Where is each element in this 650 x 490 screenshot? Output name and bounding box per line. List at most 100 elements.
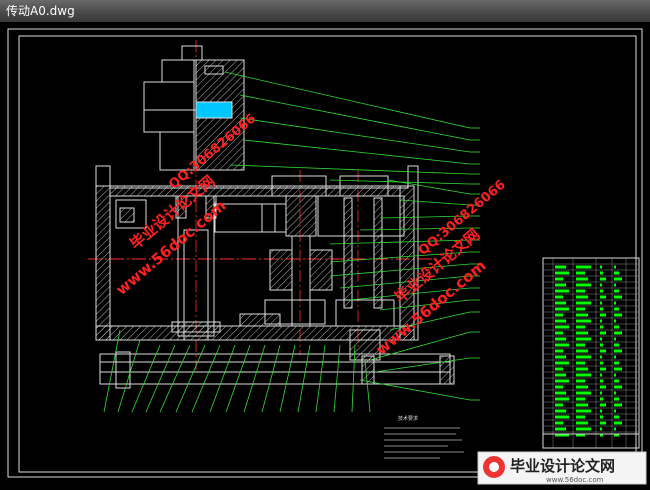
table-cell-mark — [555, 331, 563, 335]
parts-list-table — [542, 257, 640, 449]
table-cell-mark — [600, 301, 602, 305]
table-cell-mark — [555, 277, 563, 281]
window-title: 传动A0.dwg — [6, 4, 75, 18]
table-cell-mark — [600, 277, 606, 281]
table-cell-mark — [600, 319, 602, 323]
table-cell-mark — [576, 409, 591, 413]
table-cell-mark — [600, 403, 606, 407]
table-cell-mark — [614, 277, 622, 281]
table-cell-mark — [555, 397, 569, 401]
table-cell-mark — [600, 367, 606, 371]
table-cell-mark — [576, 283, 591, 287]
table-cell-mark — [576, 271, 585, 275]
table-cell-mark — [576, 427, 591, 431]
table-cell-mark — [555, 421, 563, 425]
table-cell-mark — [614, 289, 619, 293]
table-cell-mark — [614, 265, 616, 269]
table-cell-mark — [614, 313, 622, 317]
table-cell-mark — [576, 367, 588, 371]
table-cell-mark — [600, 373, 602, 377]
table-cell-mark — [555, 343, 569, 347]
table-cell-mark — [576, 325, 585, 329]
table-cell-mark — [576, 331, 588, 335]
table-cell-mark — [576, 295, 588, 299]
table-cell-mark — [600, 325, 603, 329]
table-cell-mark — [600, 295, 606, 299]
table-cell-mark — [614, 397, 619, 401]
table-cell-mark — [555, 301, 566, 305]
table-cell-mark — [614, 379, 619, 383]
notes-heading: 技术要求 — [398, 415, 418, 422]
table-cell-mark — [555, 367, 563, 371]
table-cell-mark — [600, 337, 602, 341]
table-cell-mark — [600, 379, 603, 383]
table-cell-mark — [614, 355, 616, 359]
table-cell-mark — [576, 373, 591, 377]
table-cell-mark — [576, 277, 588, 281]
table-cell-mark — [555, 337, 566, 341]
table-cell-mark — [614, 385, 622, 389]
table-cell-mark — [614, 295, 622, 299]
table-cell-mark — [576, 289, 585, 293]
table-cell-mark — [600, 355, 602, 359]
table-cell-mark — [576, 385, 588, 389]
table-cell-mark — [600, 415, 603, 419]
table-cell-mark — [614, 325, 619, 329]
table-cell-mark — [555, 403, 563, 407]
table-cell-mark — [600, 307, 603, 311]
table-cell-mark — [614, 403, 622, 407]
table-cell-mark — [600, 271, 603, 275]
table-cell-mark — [555, 409, 566, 413]
table-cell-mark — [614, 283, 616, 287]
site-logo: 毕业设计论文网 www.56doc.com — [477, 451, 647, 485]
table-cell-mark — [555, 361, 569, 365]
table-cell-mark — [614, 271, 619, 275]
table-cell-mark — [614, 319, 616, 323]
table-cell-mark — [576, 343, 585, 347]
table-cell-mark — [555, 265, 566, 269]
table-cell-mark — [555, 313, 563, 317]
table-cell-mark — [576, 319, 591, 323]
drawing-canvas[interactable]: 技术要求 www.56doc.com 毕业设计论文网 QQ:306826066 … — [0, 22, 650, 486]
table-cell-mark — [600, 421, 606, 425]
table-cell-mark — [600, 283, 602, 287]
table-cell-mark — [600, 397, 603, 401]
window-titlebar: 传动A0.dwg — [0, 0, 650, 22]
table-cell-mark — [555, 391, 566, 395]
part-leaders-bottom — [103, 329, 371, 413]
table-cell-mark — [576, 265, 591, 269]
table-cell-mark — [555, 325, 569, 329]
table-cell-mark — [614, 427, 616, 431]
table-cell-mark — [614, 307, 619, 311]
table-cell-mark — [555, 427, 566, 431]
table-cell-mark — [576, 421, 588, 425]
table-cell-mark — [614, 415, 619, 419]
table-cell-mark — [600, 349, 606, 353]
table-cell-mark — [614, 331, 622, 335]
table-cell-mark — [576, 397, 585, 401]
table-cell-mark — [576, 379, 585, 383]
table-cell-mark — [555, 319, 566, 323]
table-cell-mark — [576, 415, 585, 419]
table-cell-mark — [600, 427, 602, 431]
table-cell-mark — [576, 313, 588, 317]
table-cell-mark — [555, 349, 563, 353]
table-cell-mark — [600, 265, 602, 269]
table-cell-mark — [555, 295, 563, 299]
table-cell-mark — [555, 307, 569, 311]
table-cell-mark — [576, 301, 591, 305]
table-cell-mark — [576, 391, 591, 395]
table-cell-mark — [576, 337, 591, 341]
table-cell-mark — [576, 349, 588, 353]
table-cell-mark — [614, 337, 616, 341]
table-cell-mark — [555, 355, 566, 359]
table-cell-mark — [600, 409, 602, 413]
table-cell-mark — [576, 307, 585, 311]
table-cell-mark — [600, 313, 606, 317]
table-cell-mark — [614, 361, 619, 365]
table-cell-mark — [576, 355, 591, 359]
table-cell-mark — [555, 289, 569, 293]
logo-url: www.56doc.com — [546, 476, 604, 484]
table-cell-mark — [614, 409, 616, 413]
table-cell-mark — [555, 415, 569, 419]
